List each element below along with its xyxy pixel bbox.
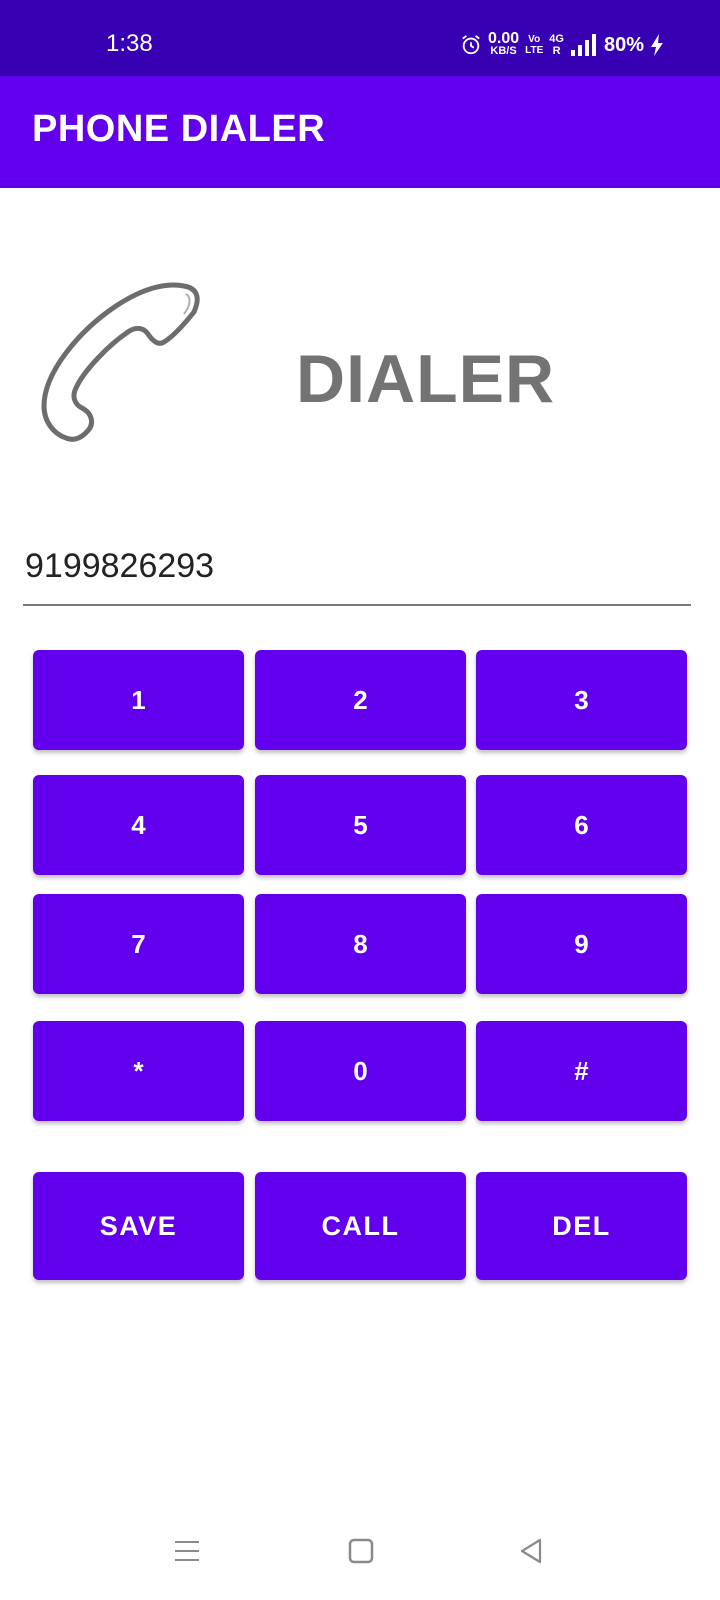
battery-level: 80% [603, 33, 644, 56]
charging-bolt-icon [651, 34, 663, 56]
volte-indicator: Vo LTE [525, 34, 543, 56]
volte-bottom: LTE [525, 45, 544, 56]
status-time: 1:38 [106, 30, 153, 57]
menu-icon[interactable] [174, 1538, 200, 1564]
app-bar: PHONE DIALER [0, 76, 720, 188]
signal-icon [570, 34, 596, 56]
network-type-indicator: 4G R [549, 33, 564, 57]
status-bar: 1:38 0.00 KB/S Vo LTE 4G R 80% [0, 0, 720, 76]
key-7[interactable]: 7 [33, 894, 244, 994]
app-title: PHONE DIALER [32, 108, 326, 150]
key-0[interactable]: 0 [255, 1021, 466, 1121]
phone-number-input[interactable] [23, 540, 691, 606]
dialer-label: DIALER [296, 341, 556, 417]
save-button[interactable]: SAVE [33, 1172, 244, 1280]
key-1[interactable]: 1 [33, 650, 244, 750]
network-type: 4G [549, 33, 564, 45]
home-icon[interactable] [348, 1538, 374, 1564]
key-9[interactable]: 9 [476, 894, 687, 994]
key-star[interactable]: * [33, 1021, 244, 1121]
key-5[interactable]: 5 [255, 775, 466, 875]
key-hash[interactable]: # [476, 1021, 687, 1121]
delete-button[interactable]: DEL [476, 1172, 687, 1280]
alarm-icon [462, 35, 480, 55]
call-button[interactable]: CALL [255, 1172, 466, 1280]
key-3[interactable]: 3 [476, 650, 687, 750]
back-icon[interactable] [518, 1538, 544, 1564]
status-icons: 0.00 KB/S Vo LTE 4G R 80% [460, 28, 664, 62]
phone-handset-icon [41, 282, 200, 442]
network-speed-unit: KB/S [490, 45, 517, 57]
network-speed: 0.00 KB/S [487, 30, 520, 58]
network-speed-value: 0.00 [487, 30, 520, 47]
key-8[interactable]: 8 [255, 894, 466, 994]
navigation-bar [0, 1510, 720, 1600]
key-2[interactable]: 2 [255, 650, 466, 750]
key-6[interactable]: 6 [476, 775, 687, 875]
roaming-indicator: R [552, 45, 561, 57]
key-4[interactable]: 4 [33, 775, 244, 875]
volte-top: Vo [528, 34, 541, 45]
